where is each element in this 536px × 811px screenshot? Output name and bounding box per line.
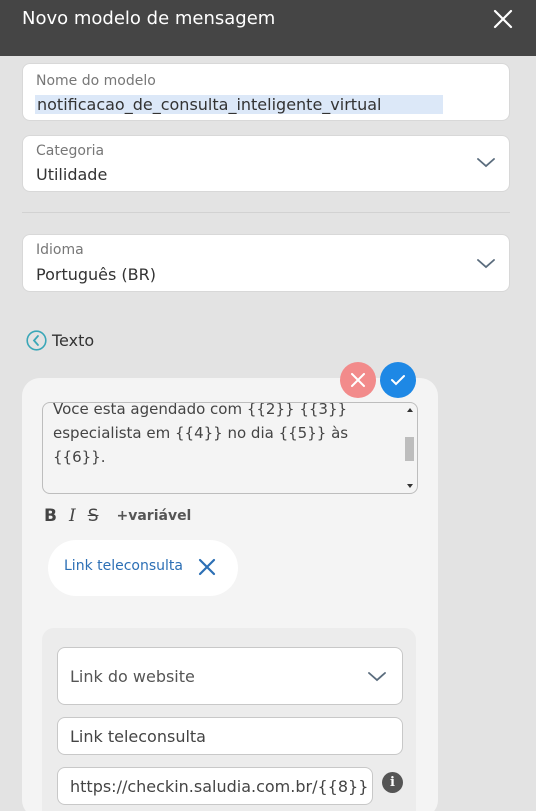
category-value: Utilidade xyxy=(36,165,108,184)
chevron-down-icon xyxy=(477,259,495,269)
strikethrough-button[interactable]: S xyxy=(88,506,99,526)
modal-title: Novo modelo de mensagem xyxy=(22,8,276,29)
scroll-down-arrow-icon[interactable] xyxy=(407,484,413,488)
language-label: Idioma xyxy=(36,242,84,258)
language-value: Português (BR) xyxy=(36,265,156,284)
divider xyxy=(22,212,510,213)
language-select[interactable]: Idioma Português (BR) xyxy=(22,234,510,292)
chevron-left-circle-icon[interactable] xyxy=(26,330,47,351)
button-url-input[interactable]: https://checkin.saludia.com.br/{{8}} xyxy=(57,767,373,805)
button-chip-label: Link teleconsulta xyxy=(64,558,183,574)
template-name-field[interactable]: Nome do modelo notificacao_de_consulta_i… xyxy=(22,63,510,121)
format-toolbar: B I S +variável xyxy=(44,506,191,526)
template-name-label: Nome do modelo xyxy=(36,73,156,89)
category-label: Categoria xyxy=(36,143,105,159)
close-icon xyxy=(351,373,365,387)
button-type-value: Link do website xyxy=(70,667,195,686)
add-variable-button[interactable]: +variável xyxy=(116,508,191,524)
scroll-up-arrow-icon[interactable] xyxy=(407,408,413,412)
modal-header: Novo modelo de mensagem xyxy=(0,0,536,56)
confirm-button[interactable] xyxy=(380,362,416,398)
remove-button-icon[interactable] xyxy=(198,558,216,576)
button-url-value[interactable]: https://checkin.saludia.com.br/{{8}} xyxy=(70,777,368,796)
text-section-toggle[interactable]: Texto xyxy=(26,330,94,351)
check-icon xyxy=(391,375,405,386)
info-icon[interactable]: i xyxy=(382,772,403,793)
close-icon[interactable] xyxy=(492,8,514,30)
button-text-input[interactable]: Link teleconsulta xyxy=(57,717,403,755)
section-title: Texto xyxy=(52,331,95,350)
bold-button[interactable]: B xyxy=(44,506,57,526)
button-type-select[interactable]: Link do website xyxy=(57,647,403,705)
template-name-input[interactable]: notificacao_de_consulta_inteligente_virt… xyxy=(35,95,443,114)
scrollbar[interactable] xyxy=(403,403,417,493)
cancel-button[interactable] xyxy=(340,362,376,398)
scroll-thumb[interactable] xyxy=(405,437,414,461)
message-body-text[interactable]: Voce esta agendado com {{2}} {{3}} espec… xyxy=(53,403,403,493)
button-text-value[interactable]: Link teleconsulta xyxy=(70,727,206,746)
chevron-down-icon xyxy=(477,158,495,168)
italic-button[interactable]: I xyxy=(69,506,76,526)
category-select[interactable]: Categoria Utilidade xyxy=(22,135,510,192)
message-body-textarea[interactable]: Voce esta agendado com {{2}} {{3}} espec… xyxy=(42,402,418,494)
chevron-down-icon xyxy=(368,672,386,682)
